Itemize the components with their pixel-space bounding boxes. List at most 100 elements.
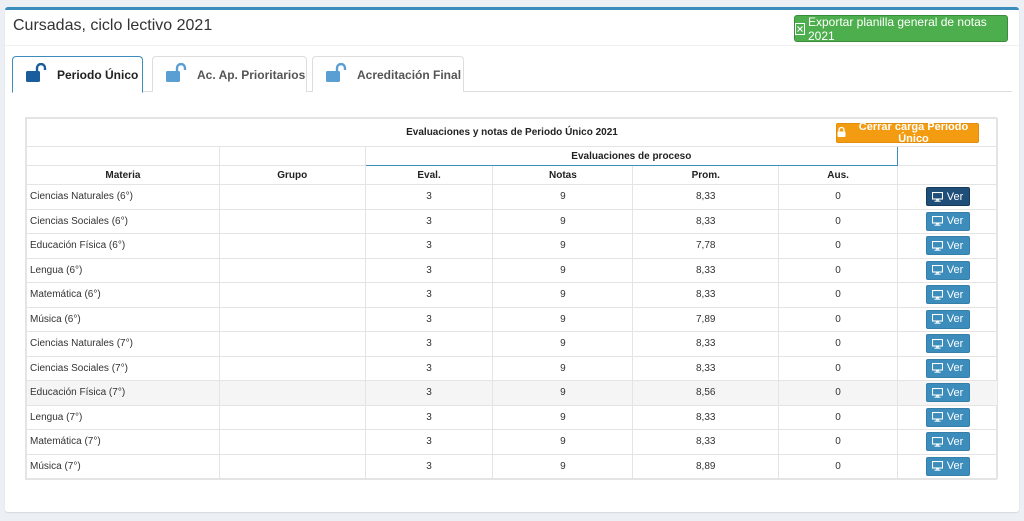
grupo-cell	[218, 380, 366, 406]
prom-cell: 8,33	[632, 429, 780, 455]
notas-cell: 9	[492, 257, 634, 283]
ver-button[interactable]: Ver	[925, 187, 970, 207]
ver-label: Ver	[946, 313, 964, 326]
monitor-icon	[931, 436, 943, 447]
grupo-cell	[218, 429, 366, 455]
monitor-icon	[931, 314, 943, 324]
ver-button[interactable]: Ver	[925, 260, 970, 280]
materia-cell: Música (6°)	[26, 306, 220, 332]
grupo-cell	[218, 306, 366, 332]
ver-button[interactable]: Ver	[925, 285, 970, 305]
prom-cell: 8,56	[632, 380, 780, 406]
aus-cell: 0	[778, 429, 899, 455]
tab-label: Ac. Ap. Prioritarios	[197, 67, 306, 82]
monitor-icon	[931, 240, 943, 251]
col-grupo: Grupo	[218, 165, 366, 185]
ver-button[interactable]: Ver	[925, 456, 970, 476]
table-row: Educación Física (6°) 3 9 7,78 0 Ver	[26, 233, 998, 259]
ver-button[interactable]: Ver	[925, 309, 970, 329]
notas-cell: 9	[492, 208, 634, 234]
grid-title-row: Evaluaciones y notas de Periodo Único 20…	[26, 118, 998, 147]
eval-cell: 3	[364, 404, 494, 430]
grupo-cell	[218, 233, 366, 259]
table-row: Matemática (6°) 3 9 8,33 0 Ver	[26, 282, 998, 308]
ver-button[interactable]: Ver	[925, 383, 970, 403]
table-row: Música (6°) 3 9 7,89 0 Ver	[26, 306, 998, 332]
prom-cell: 8,33	[632, 355, 780, 381]
grid-title: Evaluaciones y notas de Periodo Único 20…	[406, 127, 618, 138]
ver-label: Ver	[946, 215, 964, 228]
aus-cell: 0	[778, 355, 899, 381]
table-row: Ciencias Naturales (7°) 3 9 8,33 0 Ver	[26, 331, 998, 357]
col-prom: Prom.	[632, 165, 780, 185]
prom-cell: 8,89	[632, 453, 780, 479]
materia-cell: Ciencias Naturales (7°)	[26, 331, 220, 357]
eval-cell: 3	[364, 453, 494, 479]
export-button[interactable]: Exportar planilla general de notas 2021	[794, 15, 1008, 43]
page-title: Cursadas, ciclo lectivo 2021	[13, 17, 213, 34]
tab-periodo-unico[interactable]: Periodo Único	[12, 56, 143, 93]
eval-cell: 3	[364, 208, 494, 234]
monitor-icon	[931, 191, 943, 202]
grades-grid: Evaluaciones y notas de Periodo Único 20…	[25, 117, 998, 480]
ver-button[interactable]: Ver	[925, 432, 970, 452]
unlock-icon	[325, 62, 347, 86]
table-row: Ciencias Naturales (6°) 3 9 8,33 0 Ver	[26, 184, 998, 210]
tab-label: Periodo Único	[57, 67, 139, 82]
ver-button[interactable]: Ver	[925, 358, 970, 378]
monitor-icon	[931, 265, 943, 275]
col-materia: Materia	[26, 165, 220, 185]
action-cell: Ver	[897, 306, 998, 332]
cursadas-panel: Cursadas, ciclo lectivo 2021 Exportar pl…	[5, 7, 1019, 512]
notas-cell: 9	[492, 233, 634, 259]
notas-cell: 9	[492, 404, 634, 430]
table-row: Música (7°) 3 9 8,89 0 Ver	[26, 453, 998, 479]
tab-acreditacion-final[interactable]: Acreditación Final	[312, 56, 464, 92]
ver-label: Ver	[946, 386, 964, 399]
prom-cell: 8,33	[632, 257, 780, 283]
action-cell: Ver	[897, 282, 998, 308]
eval-cell: 3	[364, 233, 494, 259]
ver-label: Ver	[946, 288, 964, 301]
unlock-icon	[25, 62, 47, 86]
aus-cell: 0	[778, 184, 899, 210]
action-cell: Ver	[897, 453, 998, 479]
empty-cell	[26, 146, 220, 166]
ver-label: Ver	[946, 435, 964, 448]
grupo-cell	[218, 282, 366, 308]
aus-cell: 0	[778, 453, 899, 479]
aus-cell: 0	[778, 208, 899, 234]
ver-button[interactable]: Ver	[925, 334, 970, 354]
ver-label: Ver	[946, 460, 964, 473]
monitor-icon	[931, 461, 943, 471]
col-notas: Notas	[492, 165, 634, 185]
ver-button[interactable]: Ver	[925, 407, 970, 427]
materia-cell: Ciencias Naturales (6°)	[26, 184, 220, 210]
table-row: Ciencias Sociales (6°) 3 9 8,33 0 Ver	[26, 208, 998, 234]
materia-cell: Música (7°)	[26, 453, 220, 479]
prom-cell: 7,89	[632, 306, 780, 332]
monitor-icon	[931, 363, 943, 373]
notas-cell: 9	[492, 380, 634, 406]
group-header-row: Evaluaciones de proceso	[26, 146, 998, 166]
ver-button[interactable]: Ver	[925, 211, 970, 231]
materia-cell: Matemática (7°)	[26, 429, 220, 455]
evaluaciones-proceso-header: Evaluaciones de proceso	[364, 146, 899, 166]
cerrar-carga-label: Cerrar carga Periodo Único	[858, 121, 969, 145]
action-cell: Ver	[897, 429, 998, 455]
grupo-cell	[218, 208, 366, 234]
action-cell: Ver	[897, 331, 998, 357]
notas-cell: 9	[492, 282, 634, 308]
column-header-row: Materia Grupo Eval. Notas Prom. Aus.	[26, 165, 998, 185]
notas-cell: 9	[492, 355, 634, 381]
grupo-cell	[218, 404, 366, 430]
aus-cell: 0	[778, 233, 899, 259]
materia-cell: Matemática (6°)	[26, 282, 220, 308]
prom-cell: 7,78	[632, 233, 780, 259]
monitor-icon	[931, 216, 943, 226]
monitor-icon	[931, 412, 943, 422]
cerrar-carga-button[interactable]: Cerrar carga Periodo Único	[836, 121, 979, 145]
grupo-cell	[218, 257, 366, 283]
tab-ac-ap-prioritarios[interactable]: Ac. Ap. Prioritarios	[152, 56, 307, 92]
ver-button[interactable]: Ver	[925, 236, 970, 256]
